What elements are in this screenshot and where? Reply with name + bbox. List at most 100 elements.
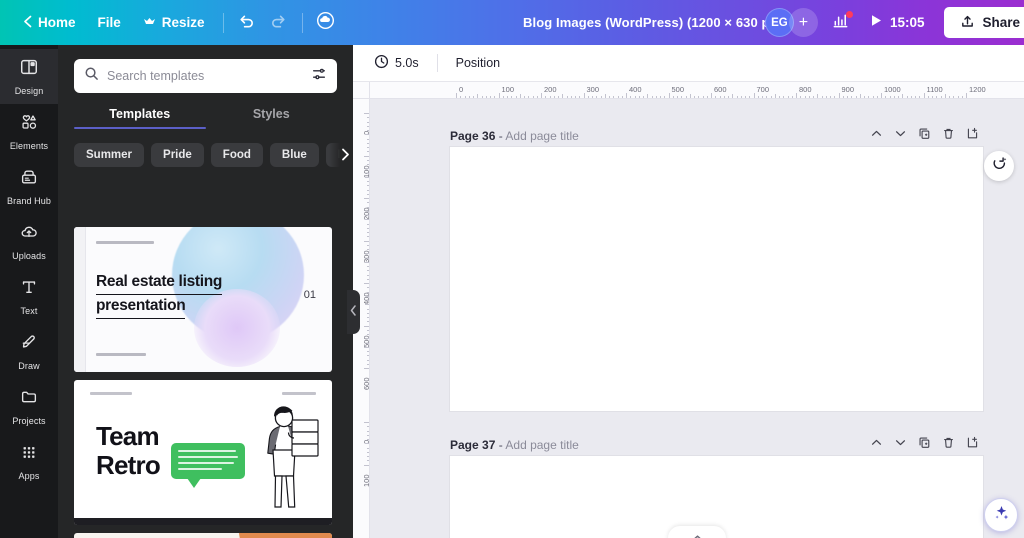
ruler-corner: [353, 82, 370, 99]
template-title-line2: Retro: [96, 450, 161, 480]
ruler-label: 100: [362, 164, 370, 178]
trash-icon: [942, 436, 955, 454]
move-page-up-button[interactable]: [865, 125, 887, 147]
sidebar-item-label: Draw: [18, 361, 40, 371]
add-collaborator-button[interactable]: +: [788, 8, 818, 37]
chip-food[interactable]: Food: [210, 143, 263, 167]
insights-button[interactable]: [824, 8, 858, 38]
horizontal-ruler[interactable]: 0 100 200 300 400 500 600 700 800 900 1000 1100 1200: [370, 82, 1024, 99]
delete-page-button[interactable]: [937, 125, 959, 147]
page-actions-37: [865, 434, 983, 456]
ruler-label: 800: [799, 85, 812, 94]
canva-editor-window: Home File Resize Blog Images (WordPress)…: [0, 0, 1024, 538]
template-results-list[interactable]: Real estate listing presentation 01 Team…: [58, 227, 353, 538]
template-title: Team Retro: [96, 421, 161, 480]
sidebar-item-label: Projects: [12, 416, 46, 426]
chevron-down-icon: [894, 127, 907, 145]
sidebar-item-label: Text: [20, 306, 38, 316]
template-header-right-text: [282, 392, 316, 395]
sidebar-item-design[interactable]: Design: [0, 49, 58, 104]
file-label: File: [97, 15, 121, 30]
chip-blue[interactable]: Blue: [269, 143, 319, 167]
add-page-icon: [966, 127, 979, 145]
cloud-saved-button[interactable]: [310, 8, 342, 38]
position-button[interactable]: Position: [447, 50, 509, 77]
sidebar-item-elements[interactable]: Elements: [0, 104, 58, 159]
chips-scroll-next-button[interactable]: [329, 143, 353, 167]
ruler-label: 1200: [969, 85, 986, 94]
share-label: Share: [982, 15, 1020, 30]
resize-button[interactable]: Resize: [132, 8, 216, 38]
collapse-panel-button[interactable]: [347, 290, 360, 334]
duplicate-icon: [918, 127, 931, 145]
ruler-label: 100: [362, 473, 370, 487]
canvas-bottom-toolbar-handle[interactable]: [668, 526, 726, 538]
position-label: Position: [455, 56, 501, 70]
template-title-line1: Team: [96, 421, 160, 451]
sliders-icon[interactable]: [311, 66, 327, 87]
move-page-up-button[interactable]: [865, 434, 887, 456]
template-card-real-estate[interactable]: Real estate listing presentation 01: [74, 227, 332, 372]
home-button[interactable]: Home: [12, 8, 87, 38]
sparkle-icon: [992, 503, 1011, 527]
delete-page-button[interactable]: [937, 434, 959, 456]
design-title[interactable]: Blog Images (WordPress) (1200 × 630 px): [523, 0, 781, 45]
tab-templates[interactable]: Templates: [74, 107, 206, 129]
chevron-right-icon: [340, 148, 351, 166]
chip-summer[interactable]: Summer: [74, 143, 145, 167]
sidebar-item-brand-hub[interactable]: Brand Hub: [0, 159, 58, 214]
page-title-placeholder: Add page title: [505, 438, 579, 452]
templates-panel: Templates Styles Summer Pride Food Blue …: [58, 45, 353, 538]
pen-icon: [19, 332, 39, 357]
present-timer-button[interactable]: 15:05: [860, 8, 937, 38]
ruler-label: 500: [671, 85, 685, 94]
refresh-sparkle-icon: [991, 155, 1008, 177]
duplicate-page-button[interactable]: [913, 125, 935, 147]
sidebar-item-draw[interactable]: Draw: [0, 324, 58, 379]
page-duration-button[interactable]: 5.0s: [365, 50, 428, 77]
play-icon: [869, 13, 883, 33]
toolbar-divider-2: [301, 12, 303, 33]
ruler-label: 600: [714, 85, 727, 94]
page-title-37[interactable]: Page 37 - Add page title: [450, 438, 579, 452]
sidebar-item-uploads[interactable]: Uploads: [0, 214, 58, 269]
add-page-button[interactable]: [961, 125, 983, 147]
sidebar-item-label: Elements: [9, 141, 49, 151]
sidebar-item-projects[interactable]: Projects: [0, 379, 58, 434]
magic-studio-button[interactable]: [984, 498, 1018, 532]
magic-refresh-button[interactable]: [984, 151, 1014, 181]
redo-button[interactable]: [263, 8, 295, 38]
add-page-button[interactable]: [961, 434, 983, 456]
template-slide-number: 01: [303, 289, 316, 301]
undo-button[interactable]: [231, 8, 263, 38]
ruler-label: 500: [362, 334, 370, 348]
crown-icon: [143, 15, 156, 30]
page-canvas-36[interactable]: [450, 147, 983, 411]
toolbar-divider-1: [222, 12, 224, 33]
sidebar-item-text[interactable]: Text: [0, 269, 58, 324]
share-button[interactable]: Share: [944, 7, 1024, 38]
file-button[interactable]: File: [87, 8, 132, 38]
duplicate-page-button[interactable]: [913, 434, 935, 456]
folder-icon: [19, 387, 39, 412]
editbar-divider: [436, 54, 438, 72]
move-page-down-button[interactable]: [889, 434, 911, 456]
tab-styles[interactable]: Styles: [206, 107, 338, 129]
page-title-separator: -: [498, 129, 503, 143]
chip-pride[interactable]: Pride: [151, 143, 204, 167]
template-footer-bar: [74, 518, 332, 525]
search-input[interactable]: [99, 69, 311, 83]
ruler-label: 300: [362, 249, 370, 263]
shapes-icon: [19, 112, 39, 137]
move-page-down-button[interactable]: [889, 125, 911, 147]
duplicate-icon: [918, 436, 931, 454]
search-box[interactable]: [74, 59, 337, 93]
sidebar-item-apps[interactable]: Apps: [0, 434, 58, 489]
left-rail: Design Elements Brand Hub Uploads Text D…: [0, 45, 58, 538]
filter-chips: Summer Pride Food Blue Birthday: [58, 129, 353, 167]
template-card-orange-abstract[interactable]: [74, 533, 332, 538]
page-title-36[interactable]: Page 36 - Add page title: [450, 129, 579, 143]
template-card-team-retro[interactable]: Team Retro: [74, 380, 332, 525]
canvas-scroll-area[interactable]: Page 36 - Add page title Page 37 - Add p…: [370, 99, 1024, 538]
duration-label: 5.0s: [395, 56, 419, 70]
